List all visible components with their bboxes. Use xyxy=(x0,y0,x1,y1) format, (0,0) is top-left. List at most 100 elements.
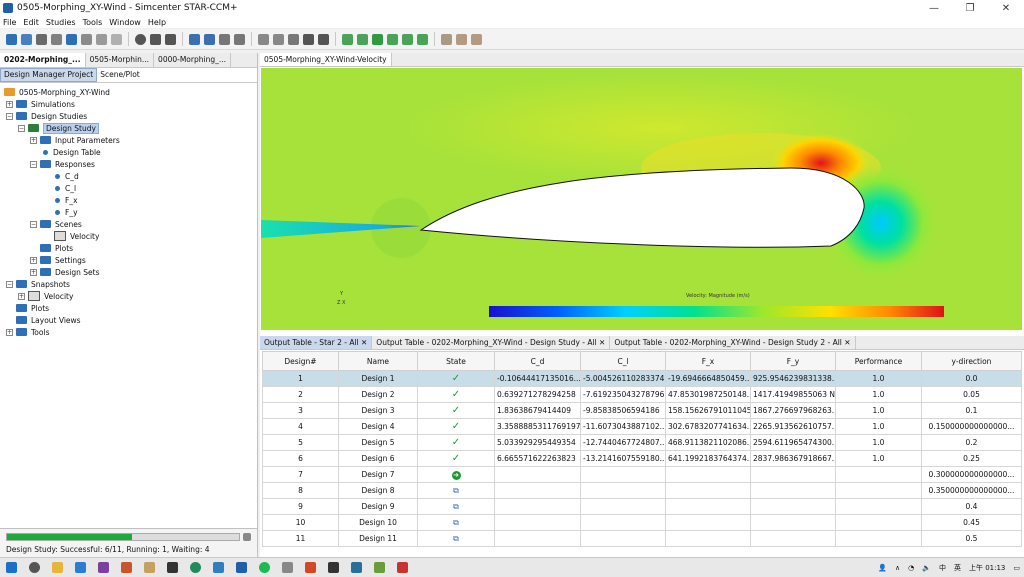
table-row[interactable]: 5 Design 5 ✓ 5.033929295449354 -12.744046772… xyxy=(262,434,1022,451)
tab-scene-plot[interactable]: Scene/Plot xyxy=(97,68,143,82)
menu-tools[interactable]: Tools xyxy=(83,18,103,27)
tree-item-scenes[interactable]: − Scenes xyxy=(0,218,257,230)
col-state[interactable]: State xyxy=(417,351,495,371)
col-cl[interactable]: C_l xyxy=(580,351,666,371)
collapse-icon[interactable]: − xyxy=(6,280,13,288)
tab-project-0505[interactable]: 0505-Morphin... xyxy=(86,53,155,67)
col-fy[interactable]: F_y xyxy=(750,351,836,371)
tab-project-0000[interactable]: 0000-Morphing_... xyxy=(154,53,231,67)
menu-window[interactable]: Window xyxy=(109,18,141,27)
last-frame-icon[interactable] xyxy=(402,33,413,45)
tree-root[interactable]: 0505-Morphing_XY-Wind xyxy=(0,86,257,98)
collapse-icon[interactable]: − xyxy=(6,112,13,120)
volume-icon[interactable]: 🔈 xyxy=(922,564,931,572)
stop-run-icon[interactable] xyxy=(441,33,452,45)
save-icon[interactable] xyxy=(36,33,47,45)
tree-item-top-plots[interactable]: Plots xyxy=(0,302,257,314)
phone-icon[interactable] xyxy=(282,562,293,573)
onenote-icon[interactable] xyxy=(98,562,109,573)
col-fx[interactable]: F_x xyxy=(665,351,751,371)
transform-icon[interactable] xyxy=(234,33,245,45)
grid-icon[interactable] xyxy=(204,33,215,45)
monitor-icon[interactable] xyxy=(351,562,362,573)
expand-icon[interactable]: + xyxy=(30,136,37,144)
tree-item-cl[interactable]: C_l xyxy=(0,182,257,194)
tree-item-settings[interactable]: + Settings xyxy=(0,254,257,266)
collapse-icon[interactable]: − xyxy=(30,220,37,228)
menu-help[interactable]: Help xyxy=(148,18,166,27)
expand-icon[interactable]: + xyxy=(6,328,13,336)
table-row[interactable]: 3 Design 3 ✓ 1.83638679414409 -9.85838506594… xyxy=(262,402,1022,419)
tree-item-simulations[interactable]: + Simulations xyxy=(0,98,257,110)
table-row[interactable]: 6 Design 6 ✓ 6.665571622263823 -13.214160755… xyxy=(262,450,1022,467)
word-icon[interactable] xyxy=(75,562,86,573)
scene-viewport[interactable]: Y Z X Velocity: Magnitude (m/s) xyxy=(261,68,1022,330)
tree-item-design-table[interactable]: Design Table xyxy=(0,146,257,158)
table-row[interactable]: 4 Design 4 ✓ 3.3588885311769197 -11.60730438… xyxy=(262,418,1022,435)
app-icon[interactable] xyxy=(121,562,132,573)
tree-item-plots[interactable]: Plots xyxy=(0,242,257,254)
table-row[interactable]: 7 Design 7 ➜ 0.300000000000000... xyxy=(262,466,1022,483)
col-cd[interactable]: C_d xyxy=(494,351,581,371)
forward-icon[interactable] xyxy=(111,33,122,45)
file-explorer-icon[interactable] xyxy=(52,562,63,573)
mesh-icon[interactable] xyxy=(189,33,200,45)
collapse-icon[interactable]: − xyxy=(18,124,25,132)
table-row[interactable]: 10 Design 10 ⧉ 0.45 xyxy=(262,514,1022,531)
tree-item-snapshot-velocity[interactable]: + Velocity xyxy=(0,290,257,302)
ime-indicator[interactable]: 中 xyxy=(939,563,946,573)
tab-output-star2[interactable]: Output Table - Star 2 - All ✕ xyxy=(260,336,373,349)
table-row[interactable]: 1 Design 1 ✓ -0.10644417135016... -5.0045261… xyxy=(262,370,1022,387)
browser-icon[interactable] xyxy=(213,562,224,573)
col-y-direction[interactable]: y-direction xyxy=(921,351,1022,371)
tab-output-study[interactable]: Output Table - 0202-Morphing_XY-Wind - D… xyxy=(372,336,611,349)
play-icon[interactable] xyxy=(372,33,383,45)
notification-icon[interactable]: ▭ xyxy=(1013,564,1020,572)
tree-item-layout-views[interactable]: Layout Views xyxy=(0,314,257,326)
search-icon[interactable] xyxy=(29,562,40,573)
loop-icon[interactable] xyxy=(417,33,428,45)
menu-studies[interactable]: Studies xyxy=(46,18,76,27)
close-button[interactable]: ✕ xyxy=(988,3,1024,14)
clock[interactable]: 上午 01:13 xyxy=(969,563,1005,573)
tool-icon[interactable] xyxy=(374,562,385,573)
start-icon[interactable] xyxy=(6,562,17,573)
language-indicator[interactable]: 英 xyxy=(954,563,961,573)
minimize-button[interactable]: — xyxy=(916,3,952,14)
tab-project-0202[interactable]: 0202-Morphing_... xyxy=(0,53,86,67)
table-row[interactable]: 2 Design 2 ✓ 0.639271278294258 -7.6192350432… xyxy=(262,386,1022,403)
view-icon[interactable] xyxy=(258,33,269,45)
copy-icon[interactable] xyxy=(66,33,77,45)
menu-file[interactable]: File xyxy=(3,18,16,27)
col-design-number[interactable]: Design# xyxy=(262,351,339,371)
rewind-icon[interactable] xyxy=(471,33,482,45)
expand-icon[interactable]: + xyxy=(18,292,25,300)
table-row[interactable]: 11 Design 11 ⧉ 0.5 xyxy=(262,530,1022,547)
menu-edit[interactable]: Edit xyxy=(23,18,39,27)
starccm-icon[interactable] xyxy=(236,562,247,573)
pause-icon[interactable] xyxy=(150,33,161,45)
table-row[interactable]: 9 Design 9 ⧉ 0.4 xyxy=(262,498,1022,515)
tab-velocity-scene[interactable]: 0505-Morphing_XY-Wind-Velocity xyxy=(260,53,392,66)
spotify-icon[interactable] xyxy=(259,562,270,573)
maximize-button[interactable]: ❐ xyxy=(952,3,988,14)
tree-item-design-study[interactable]: − Design Study xyxy=(0,122,257,134)
tree-item-tools[interactable]: + Tools xyxy=(0,326,257,338)
people-icon[interactable]: 👤 xyxy=(878,564,887,572)
step-back-icon[interactable] xyxy=(357,33,368,45)
view-fit-icon[interactable] xyxy=(273,33,284,45)
open-icon[interactable] xyxy=(21,33,32,45)
stop-icon[interactable] xyxy=(165,33,176,45)
expand-icon[interactable]: + xyxy=(30,268,37,276)
tree-item-fx[interactable]: F_x xyxy=(0,194,257,206)
tree-item-responses[interactable]: − Responses xyxy=(0,158,257,170)
tree-item-cd[interactable]: C_d xyxy=(0,170,257,182)
table-row[interactable]: 8 Design 8 ⧉ 0.350000000000000... xyxy=(262,482,1022,499)
new-project-icon[interactable] xyxy=(6,33,17,45)
tree-item-scene-velocity[interactable]: Velocity xyxy=(0,230,257,242)
powerpoint-icon[interactable] xyxy=(305,562,316,573)
step-forward-icon[interactable] xyxy=(387,33,398,45)
tree-item-fy[interactable]: F_y xyxy=(0,206,257,218)
save-as-icon[interactable] xyxy=(51,33,62,45)
network-icon[interactable]: ◔ xyxy=(908,564,914,572)
